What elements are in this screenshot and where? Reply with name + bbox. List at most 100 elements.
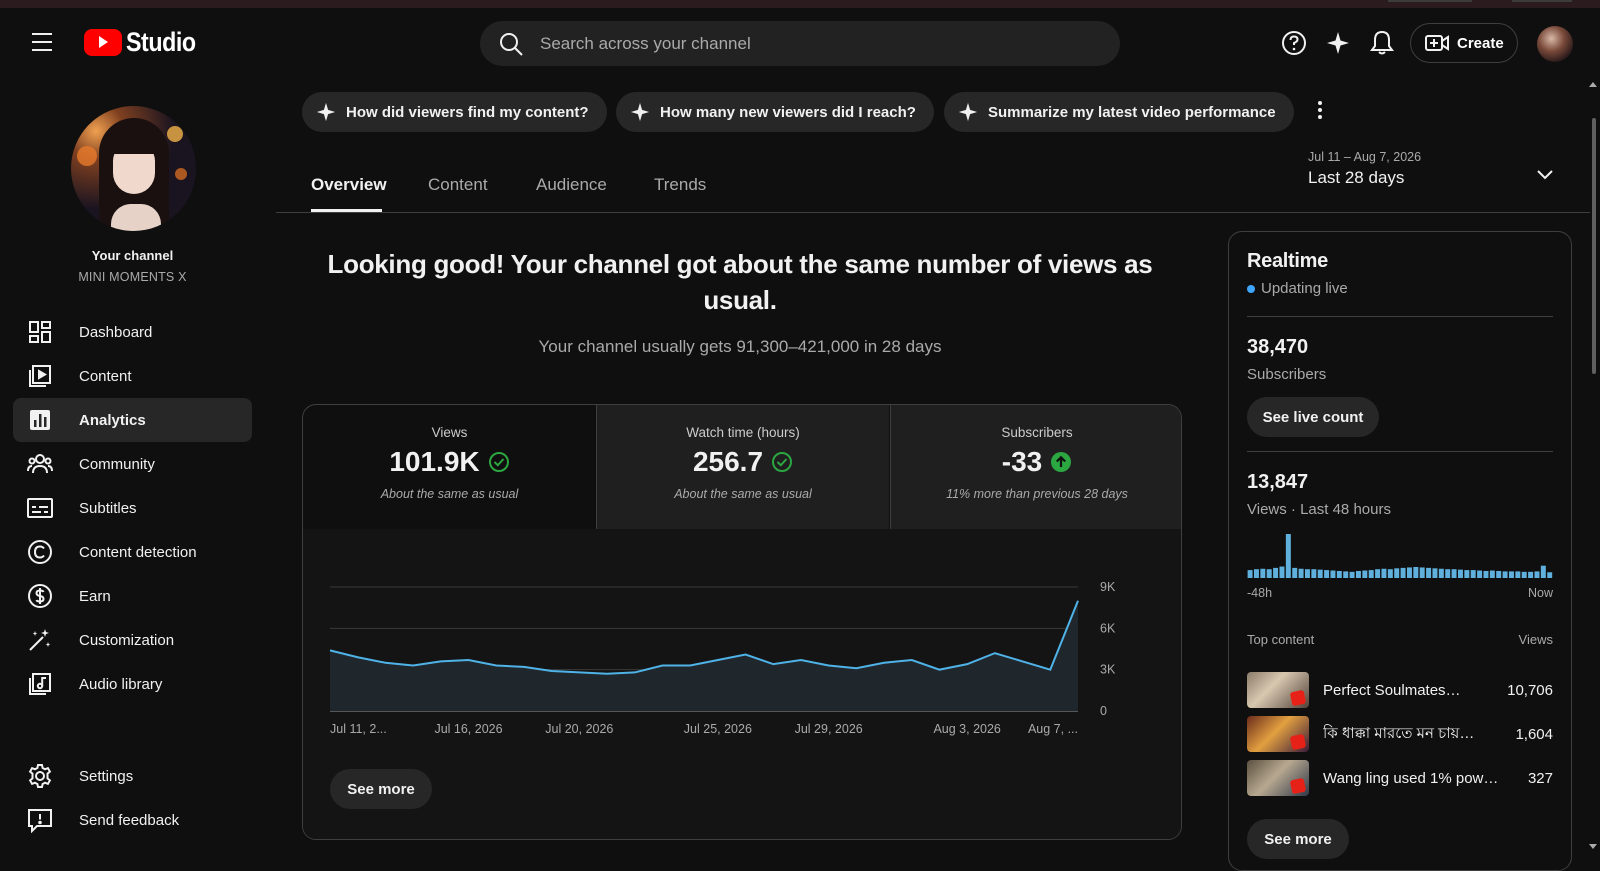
realtime-bar[interactable] bbox=[1483, 570, 1489, 578]
realtime-bar[interactable] bbox=[1304, 569, 1310, 578]
realtime-bar[interactable] bbox=[1451, 569, 1457, 578]
realtime-bar[interactable] bbox=[1496, 570, 1502, 578]
sidebar-item-subtitles[interactable]: Subtitles bbox=[13, 486, 252, 530]
metric-views[interactable]: Views 101.9K About the same as usual bbox=[303, 405, 596, 529]
realtime-bar[interactable] bbox=[1547, 572, 1553, 578]
realtime-bar[interactable] bbox=[1419, 567, 1425, 578]
menu-icon[interactable] bbox=[26, 30, 58, 54]
chip-new-viewers[interactable]: How many new viewers did I reach? bbox=[616, 92, 934, 132]
see-more-button[interactable]: See more bbox=[330, 769, 432, 809]
realtime-title: Realtime bbox=[1247, 250, 1328, 272]
realtime-bar[interactable] bbox=[1292, 567, 1298, 578]
sidebar-item-earn[interactable]: Earn bbox=[13, 574, 252, 618]
see-live-count-button[interactable]: See live count bbox=[1247, 397, 1379, 437]
realtime-bar[interactable] bbox=[1330, 570, 1336, 578]
studio-logo[interactable]: Studio bbox=[84, 26, 207, 58]
realtime-bar[interactable] bbox=[1502, 571, 1508, 578]
sidebar-item-community[interactable]: Community bbox=[13, 442, 252, 486]
realtime-bar[interactable] bbox=[1406, 567, 1412, 578]
sidebar-item-settings[interactable]: Settings bbox=[13, 754, 252, 798]
see-more-top-content-button[interactable]: See more bbox=[1247, 819, 1349, 859]
scroll-down-icon[interactable] bbox=[1589, 844, 1597, 849]
realtime-bar[interactable] bbox=[1362, 570, 1368, 578]
brand-wordmark: Studio bbox=[126, 26, 196, 57]
page-scrollbar[interactable] bbox=[1586, 76, 1600, 858]
video-views: 327 bbox=[1527, 769, 1553, 787]
sidebar-item-content[interactable]: Content bbox=[13, 354, 252, 398]
date-range-picker[interactable]: Jul 11 – Aug 7, 2026 Last 28 days bbox=[1308, 150, 1421, 188]
realtime-bar[interactable] bbox=[1438, 568, 1444, 578]
realtime-bar[interactable] bbox=[1253, 569, 1259, 578]
tab-content[interactable]: Content bbox=[428, 175, 488, 195]
realtime-bar[interactable] bbox=[1317, 569, 1323, 578]
realtime-bar[interactable] bbox=[1426, 567, 1432, 578]
realtime-bar[interactable] bbox=[1489, 570, 1495, 578]
sparkle-icon[interactable] bbox=[1323, 28, 1353, 58]
search-input[interactable] bbox=[540, 33, 1060, 54]
chevron-down-icon[interactable] bbox=[1534, 163, 1556, 185]
realtime-bar[interactable] bbox=[1432, 568, 1438, 578]
tab-trends[interactable]: Trends bbox=[654, 175, 706, 195]
metric-subscribers[interactable]: Subscribers -33 11% more than previous 2… bbox=[890, 405, 1181, 529]
realtime-bar[interactable] bbox=[1311, 569, 1317, 578]
sidebar-item-send-feedback[interactable]: Send feedback bbox=[13, 798, 252, 842]
realtime-bar[interactable] bbox=[1400, 567, 1406, 578]
tab-audience[interactable]: Audience bbox=[536, 175, 607, 195]
realtime-bar[interactable] bbox=[1457, 569, 1463, 578]
realtime-bar[interactable] bbox=[1368, 570, 1374, 578]
sparkle-icon bbox=[958, 102, 978, 122]
realtime-bar[interactable] bbox=[1260, 568, 1266, 578]
realtime-bar[interactable] bbox=[1273, 567, 1279, 578]
realtime-bar[interactable] bbox=[1464, 570, 1470, 578]
realtime-bar[interactable] bbox=[1515, 571, 1521, 578]
chip-label: How did viewers find my content? bbox=[346, 103, 589, 121]
realtime-bar[interactable] bbox=[1298, 568, 1304, 578]
sidebar-item-dashboard[interactable]: Dashboard bbox=[13, 310, 252, 354]
realtime-bar[interactable] bbox=[1336, 570, 1342, 578]
realtime-bar[interactable] bbox=[1508, 571, 1514, 578]
realtime-bar[interactable] bbox=[1343, 571, 1349, 578]
realtime-bar[interactable] bbox=[1349, 571, 1355, 578]
search-bar[interactable] bbox=[480, 21, 1120, 66]
realtime-bar[interactable] bbox=[1266, 569, 1272, 578]
account-avatar[interactable] bbox=[1537, 26, 1573, 62]
top-content-row[interactable]: কি ধাক্কা মারতে মন চায়… 1,604 bbox=[1247, 715, 1553, 753]
create-button[interactable]: Create bbox=[1410, 23, 1518, 63]
realtime-bar[interactable] bbox=[1285, 534, 1291, 578]
realtime-bar[interactable] bbox=[1394, 568, 1400, 578]
realtime-bar[interactable] bbox=[1477, 570, 1483, 578]
top-content-row[interactable]: Wang ling used 1% pow… 327 bbox=[1247, 759, 1553, 797]
scrollbar-thumb[interactable] bbox=[1592, 118, 1596, 374]
sidebar-item-customization[interactable]: Customization bbox=[13, 618, 252, 662]
sidebar-item-content-detection[interactable]: Content detection bbox=[13, 530, 252, 574]
realtime-bar[interactable] bbox=[1528, 571, 1534, 578]
sidebar-item-label: Settings bbox=[79, 767, 134, 785]
more-options-icon[interactable] bbox=[1308, 98, 1332, 122]
top-content-row[interactable]: Perfect Soulmates… 10,706 bbox=[1247, 671, 1553, 709]
realtime-bar[interactable] bbox=[1413, 567, 1419, 578]
metric-value: 256.7 bbox=[692, 446, 764, 477]
realtime-bar[interactable] bbox=[1470, 570, 1476, 578]
sidebar-item-audio-library[interactable]: Audio library bbox=[13, 662, 252, 706]
metric-watch-time[interactable]: Watch time (hours) 256.7 About the same … bbox=[596, 405, 889, 529]
realtime-bar[interactable] bbox=[1521, 571, 1527, 578]
channel-avatar[interactable] bbox=[71, 106, 196, 231]
sidebar-item-analytics[interactable]: Analytics bbox=[13, 398, 252, 442]
realtime-bar[interactable] bbox=[1355, 570, 1361, 578]
realtime-bar[interactable] bbox=[1375, 569, 1381, 578]
chip-viewers-find-content[interactable]: How did viewers find my content? bbox=[302, 92, 607, 132]
realtime-bar[interactable] bbox=[1381, 568, 1387, 578]
realtime-bar[interactable] bbox=[1387, 569, 1393, 578]
bell-icon[interactable] bbox=[1367, 28, 1397, 58]
tab-overview[interactable]: Overview bbox=[311, 175, 387, 195]
realtime-bar[interactable] bbox=[1279, 566, 1285, 578]
realtime-bar[interactable] bbox=[1534, 571, 1540, 578]
scroll-up-icon[interactable] bbox=[1589, 82, 1597, 87]
realtime-bar[interactable] bbox=[1540, 565, 1546, 578]
realtime-bar[interactable] bbox=[1445, 569, 1451, 578]
chip-summarize-latest-video[interactable]: Summarize my latest video performance bbox=[944, 92, 1294, 132]
realtime-bar[interactable] bbox=[1324, 570, 1330, 578]
help-icon[interactable] bbox=[1279, 28, 1309, 58]
realtime-bar[interactable] bbox=[1247, 570, 1253, 578]
up-arrow-icon bbox=[1051, 452, 1072, 472]
